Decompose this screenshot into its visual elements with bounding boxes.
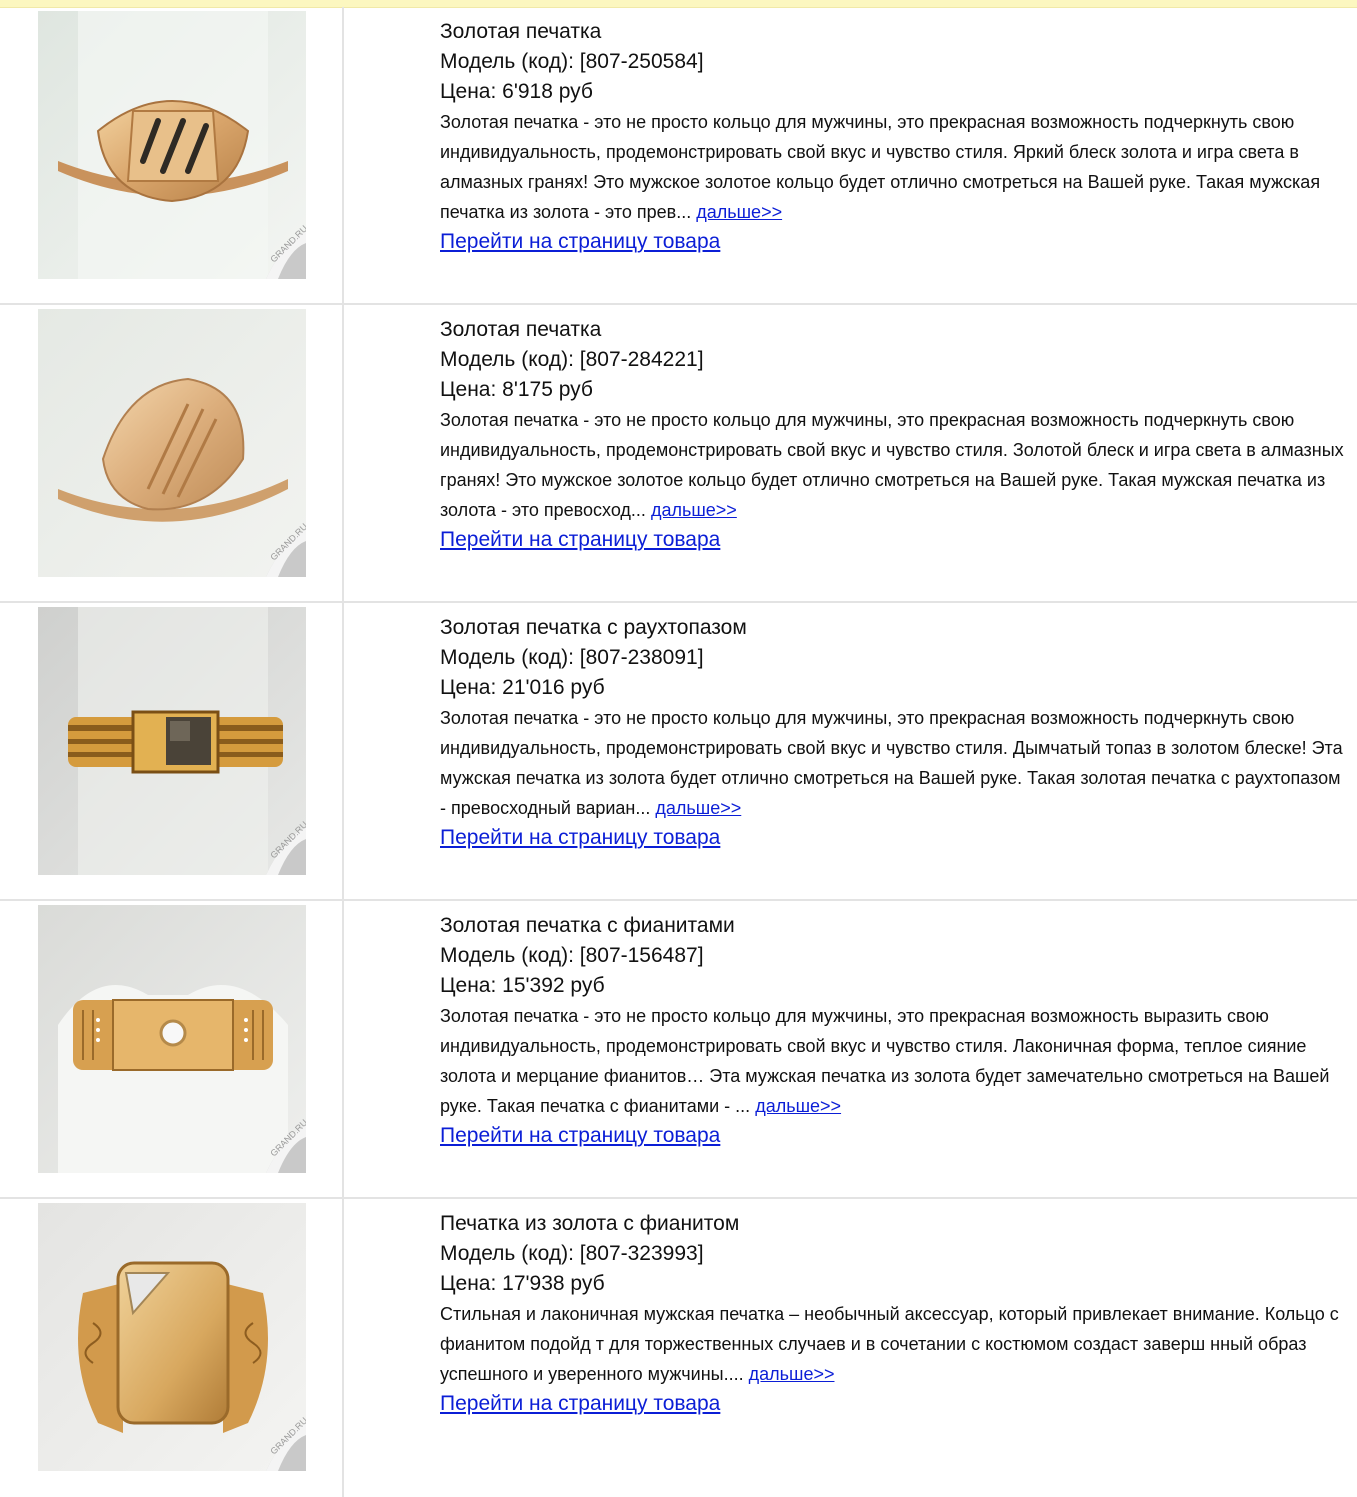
product-price: Цена: 17'938 руб <box>440 1272 605 1295</box>
goto-product-link[interactable]: Перейти на страницу товара <box>440 525 1345 555</box>
goto-product-link[interactable]: Перейти на страницу товара <box>440 227 1345 257</box>
description-text: Стильная и лаконичная мужская печатка – … <box>440 1304 1339 1384</box>
product-row: GRAND.RU Золотая печатка Модель (код): [… <box>0 305 1357 603</box>
product-code: Модель (код): [807-238091] <box>440 646 704 669</box>
product-image[interactable]: GRAND.RU <box>38 11 306 279</box>
more-link[interactable]: дальше>> <box>749 1364 835 1384</box>
product-title: Золотая печатка <box>440 318 602 341</box>
product-price: Цена: 15'392 руб <box>440 974 605 997</box>
product-title: Золотая печатка с раухтопазом <box>440 616 747 639</box>
product-price: Цена: 21'016 руб <box>440 676 605 699</box>
description-text: Золотая печатка - это не просто кольцо д… <box>440 112 1321 222</box>
more-link[interactable]: дальше>> <box>655 798 741 818</box>
product-title: Золотая печатка с фианитами <box>440 914 735 937</box>
product-info: Золотая печатка с фианитами Модель (код)… <box>440 901 1345 1151</box>
thumbnail-cell: GRAND.RU <box>0 603 344 899</box>
product-description: Золотая печатка - это не просто кольцо д… <box>440 405 1345 525</box>
product-description: Стильная и лаконичная мужская печатка – … <box>440 1299 1345 1389</box>
product-description: Золотая печатка - это не просто кольцо д… <box>440 107 1345 227</box>
product-code: Модель (код): [807-284221] <box>440 348 704 371</box>
product-row: GRAND.RU Золотая печатка с раухтопазом М… <box>0 603 1357 901</box>
description-text: Золотая печатка - это не просто кольцо д… <box>440 410 1344 520</box>
product-description: Золотая печатка - это не просто кольцо д… <box>440 1001 1345 1121</box>
product-price: Цена: 6'918 руб <box>440 80 593 103</box>
product-image[interactable]: GRAND.RU <box>38 607 306 875</box>
product-row: GRAND.RU Печатка из золота с фианитом Мо… <box>0 1199 1357 1497</box>
product-list: GRAND.RU Золотая печатка Модель (код): [… <box>0 7 1357 1497</box>
goto-product-link[interactable]: Перейти на страницу товара <box>440 1389 1345 1419</box>
more-link[interactable]: дальше>> <box>651 500 737 520</box>
product-row: GRAND.RU Золотая печатка с фианитами Мод… <box>0 901 1357 1199</box>
product-info: Золотая печатка с раухтопазом Модель (ко… <box>440 603 1345 853</box>
goto-product-link[interactable]: Перейти на страницу товара <box>440 823 1345 853</box>
description-text: Золотая печатка - это не просто кольцо д… <box>440 708 1343 818</box>
description-text: Золотая печатка - это не просто кольцо д… <box>440 1006 1330 1116</box>
product-description: Золотая печатка - это не просто кольцо д… <box>440 703 1345 823</box>
more-link[interactable]: дальше>> <box>696 202 782 222</box>
thumbnail-cell: GRAND.RU <box>0 7 344 303</box>
goto-product-link[interactable]: Перейти на страницу товара <box>440 1121 1345 1151</box>
product-info: Печатка из золота с фианитом Модель (код… <box>440 1199 1345 1419</box>
thumbnail-cell: GRAND.RU <box>0 901 344 1197</box>
product-image[interactable]: GRAND.RU <box>38 1203 306 1471</box>
thumbnail-cell: GRAND.RU <box>0 1199 344 1497</box>
product-row: GRAND.RU Золотая печатка Модель (код): [… <box>0 7 1357 305</box>
product-title: Золотая печатка <box>440 20 602 43</box>
product-image[interactable]: GRAND.RU <box>38 309 306 577</box>
product-image[interactable]: GRAND.RU <box>38 905 306 1173</box>
product-title: Печатка из золота с фианитом <box>440 1212 740 1235</box>
more-link[interactable]: дальше>> <box>755 1096 841 1116</box>
product-code: Модель (код): [807-156487] <box>440 944 704 967</box>
thumbnail-cell: GRAND.RU <box>0 305 344 601</box>
product-code: Модель (код): [807-250584] <box>440 50 704 73</box>
product-info: Золотая печатка Модель (код): [807-28422… <box>440 305 1345 555</box>
product-price: Цена: 8'175 руб <box>440 378 593 401</box>
product-info: Золотая печатка Модель (код): [807-25058… <box>440 7 1345 257</box>
product-code: Модель (код): [807-323993] <box>440 1242 704 1265</box>
